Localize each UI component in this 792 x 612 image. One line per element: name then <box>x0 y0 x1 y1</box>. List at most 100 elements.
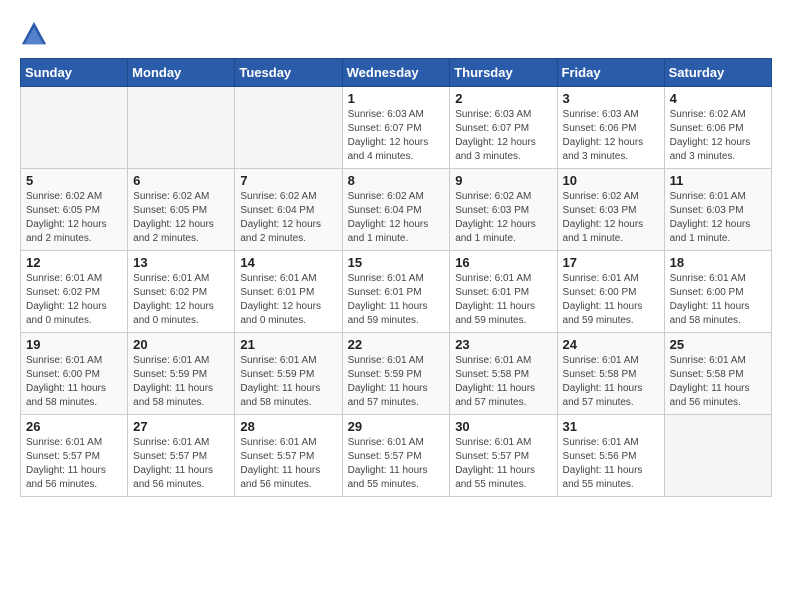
day-info: Sunrise: 6:01 AM Sunset: 6:02 PM Dayligh… <box>133 272 229 328</box>
day-header-sunday: Sunday <box>21 59 128 87</box>
day-number: 15 <box>348 255 445 270</box>
day-number: 11 <box>670 173 766 188</box>
day-info: Sunrise: 6:01 AM Sunset: 5:57 PM Dayligh… <box>26 436 122 492</box>
day-number: 24 <box>563 337 659 352</box>
day-number: 7 <box>240 173 336 188</box>
day-info: Sunrise: 6:02 AM Sunset: 6:04 PM Dayligh… <box>348 190 445 246</box>
day-number: 6 <box>133 173 229 188</box>
calendar-cell: 31 Sunrise: 6:01 AM Sunset: 5:56 PM Dayli… <box>557 415 664 497</box>
calendar-cell: 6 Sunrise: 6:02 AM Sunset: 6:05 PM Daylig… <box>128 169 235 251</box>
day-info: Sunrise: 6:01 AM Sunset: 5:57 PM Dayligh… <box>348 436 445 492</box>
day-number: 25 <box>670 337 766 352</box>
day-info: Sunrise: 6:02 AM Sunset: 6:06 PM Dayligh… <box>670 108 766 164</box>
day-number: 20 <box>133 337 229 352</box>
day-number: 4 <box>670 91 766 106</box>
calendar-week-4: 19 Sunrise: 6:01 AM Sunset: 6:00 PM Dayli… <box>21 333 772 415</box>
day-number: 13 <box>133 255 229 270</box>
day-number: 5 <box>26 173 122 188</box>
day-number: 19 <box>26 337 122 352</box>
day-number: 31 <box>563 419 659 434</box>
logo-icon <box>20 20 48 48</box>
calendar-cell: 16 Sunrise: 6:01 AM Sunset: 6:01 PM Dayli… <box>450 251 557 333</box>
calendar-cell: 28 Sunrise: 6:01 AM Sunset: 5:57 PM Dayli… <box>235 415 342 497</box>
calendar-cell: 23Sunrise: 6:01 AM Sunset: 5:58 PM Dayli… <box>450 333 557 415</box>
day-info: Sunrise: 6:02 AM Sunset: 6:03 PM Dayligh… <box>455 190 551 246</box>
calendar-cell: 9 Sunrise: 6:02 AM Sunset: 6:03 PM Daylig… <box>450 169 557 251</box>
day-info: Sunrise: 6:01 AM Sunset: 5:59 PM Dayligh… <box>133 354 229 410</box>
calendar-header-row: SundayMondayTuesdayWednesdayThursdayFrid… <box>21 59 772 87</box>
day-header-monday: Monday <box>128 59 235 87</box>
day-number: 22 <box>348 337 445 352</box>
page-header <box>20 20 772 48</box>
calendar-cell: 29Sunrise: 6:01 AM Sunset: 5:57 PM Dayli… <box>342 415 450 497</box>
day-info: Sunrise: 6:01 AM Sunset: 6:01 PM Dayligh… <box>240 272 336 328</box>
day-info: Sunrise: 6:01 AM Sunset: 5:58 PM Dayligh… <box>670 354 766 410</box>
calendar-week-3: 12 Sunrise: 6:01 AM Sunset: 6:02 PM Dayli… <box>21 251 772 333</box>
day-number: 16 <box>455 255 551 270</box>
calendar-cell: 2Sunrise: 6:03 AM Sunset: 6:07 PM Daylig… <box>450 87 557 169</box>
day-info: Sunrise: 6:01 AM Sunset: 5:57 PM Dayligh… <box>133 436 229 492</box>
calendar-cell: 24Sunrise: 6:01 AM Sunset: 5:58 PM Dayli… <box>557 333 664 415</box>
calendar-cell: 14 Sunrise: 6:01 AM Sunset: 6:01 PM Dayli… <box>235 251 342 333</box>
day-info: Sunrise: 6:01 AM Sunset: 5:57 PM Dayligh… <box>240 436 336 492</box>
day-info: Sunrise: 6:03 AM Sunset: 6:07 PM Dayligh… <box>348 108 445 164</box>
day-number: 30 <box>455 419 551 434</box>
calendar-cell: 1 Sunrise: 6:03 AM Sunset: 6:07 PM Daylig… <box>342 87 450 169</box>
calendar-cell <box>664 415 771 497</box>
day-number: 9 <box>455 173 551 188</box>
calendar-cell: 13 Sunrise: 6:01 AM Sunset: 6:02 PM Dayli… <box>128 251 235 333</box>
day-info: Sunrise: 6:01 AM Sunset: 6:01 PM Dayligh… <box>348 272 445 328</box>
day-number: 14 <box>240 255 336 270</box>
calendar-cell: 21 Sunrise: 6:01 AM Sunset: 5:59 PM Dayli… <box>235 333 342 415</box>
calendar-cell: 18 Sunrise: 6:01 AM Sunset: 6:00 PM Dayli… <box>664 251 771 333</box>
day-number: 12 <box>26 255 122 270</box>
day-info: Sunrise: 6:01 AM Sunset: 5:59 PM Dayligh… <box>240 354 336 410</box>
day-info: Sunrise: 6:01 AM Sunset: 6:00 PM Dayligh… <box>670 272 766 328</box>
calendar-cell <box>128 87 235 169</box>
calendar-cell: 19 Sunrise: 6:01 AM Sunset: 6:00 PM Dayli… <box>21 333 128 415</box>
calendar-cell: 11Sunrise: 6:01 AM Sunset: 6:03 PM Dayli… <box>664 169 771 251</box>
calendar-week-5: 26Sunrise: 6:01 AM Sunset: 5:57 PM Dayli… <box>21 415 772 497</box>
day-info: Sunrise: 6:01 AM Sunset: 6:01 PM Dayligh… <box>455 272 551 328</box>
calendar-week-1: 1 Sunrise: 6:03 AM Sunset: 6:07 PM Daylig… <box>21 87 772 169</box>
calendar-cell: 8 Sunrise: 6:02 AM Sunset: 6:04 PM Daylig… <box>342 169 450 251</box>
calendar-cell: 4 Sunrise: 6:02 AM Sunset: 6:06 PM Daylig… <box>664 87 771 169</box>
logo <box>20 20 52 48</box>
day-info: Sunrise: 6:02 AM Sunset: 6:04 PM Dayligh… <box>240 190 336 246</box>
day-info: Sunrise: 6:01 AM Sunset: 5:59 PM Dayligh… <box>348 354 445 410</box>
calendar-cell: 22 Sunrise: 6:01 AM Sunset: 5:59 PM Dayli… <box>342 333 450 415</box>
calendar-cell: 26Sunrise: 6:01 AM Sunset: 5:57 PM Dayli… <box>21 415 128 497</box>
calendar-week-2: 5 Sunrise: 6:02 AM Sunset: 6:05 PM Daylig… <box>21 169 772 251</box>
day-info: Sunrise: 6:01 AM Sunset: 5:56 PM Dayligh… <box>563 436 659 492</box>
day-info: Sunrise: 6:02 AM Sunset: 6:05 PM Dayligh… <box>26 190 122 246</box>
day-header-saturday: Saturday <box>664 59 771 87</box>
day-header-thursday: Thursday <box>450 59 557 87</box>
day-number: 3 <box>563 91 659 106</box>
calendar-cell: 7 Sunrise: 6:02 AM Sunset: 6:04 PM Daylig… <box>235 169 342 251</box>
calendar-cell: 30 Sunrise: 6:01 AM Sunset: 5:57 PM Dayli… <box>450 415 557 497</box>
calendar-cell: 20 Sunrise: 6:01 AM Sunset: 5:59 PM Dayli… <box>128 333 235 415</box>
day-info: Sunrise: 6:02 AM Sunset: 6:03 PM Dayligh… <box>563 190 659 246</box>
day-info: Sunrise: 6:01 AM Sunset: 6:00 PM Dayligh… <box>26 354 122 410</box>
calendar-cell: 15 Sunrise: 6:01 AM Sunset: 6:01 PM Dayli… <box>342 251 450 333</box>
day-number: 17 <box>563 255 659 270</box>
day-info: Sunrise: 6:03 AM Sunset: 6:06 PM Dayligh… <box>563 108 659 164</box>
day-number: 10 <box>563 173 659 188</box>
calendar-table: SundayMondayTuesdayWednesdayThursdayFrid… <box>20 58 772 497</box>
day-number: 21 <box>240 337 336 352</box>
calendar-cell: 17Sunrise: 6:01 AM Sunset: 6:00 PM Dayli… <box>557 251 664 333</box>
day-number: 1 <box>348 91 445 106</box>
calendar-cell <box>21 87 128 169</box>
calendar-cell: 12 Sunrise: 6:01 AM Sunset: 6:02 PM Dayli… <box>21 251 128 333</box>
day-info: Sunrise: 6:01 AM Sunset: 6:02 PM Dayligh… <box>26 272 122 328</box>
calendar-cell: 27Sunrise: 6:01 AM Sunset: 5:57 PM Dayli… <box>128 415 235 497</box>
day-header-tuesday: Tuesday <box>235 59 342 87</box>
day-number: 18 <box>670 255 766 270</box>
day-number: 8 <box>348 173 445 188</box>
day-number: 28 <box>240 419 336 434</box>
calendar-cell <box>235 87 342 169</box>
day-info: Sunrise: 6:02 AM Sunset: 6:05 PM Dayligh… <box>133 190 229 246</box>
calendar-cell: 5 Sunrise: 6:02 AM Sunset: 6:05 PM Daylig… <box>21 169 128 251</box>
calendar-cell: 25 Sunrise: 6:01 AM Sunset: 5:58 PM Dayli… <box>664 333 771 415</box>
day-info: Sunrise: 6:01 AM Sunset: 5:57 PM Dayligh… <box>455 436 551 492</box>
